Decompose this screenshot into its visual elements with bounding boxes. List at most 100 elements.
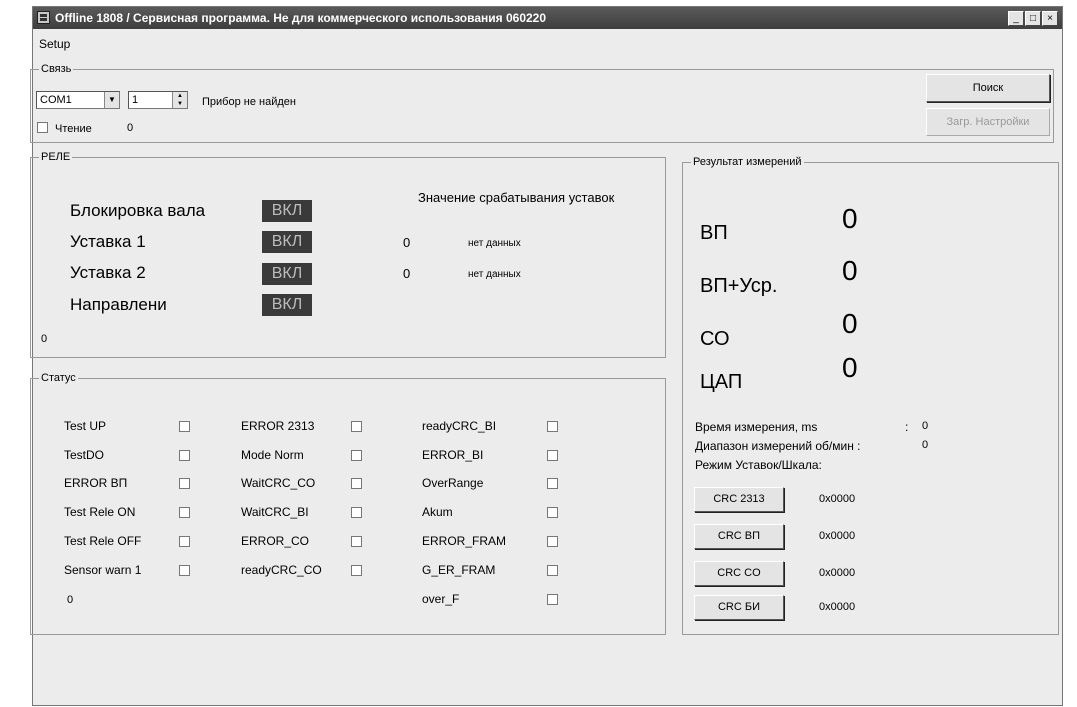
status-group: Статус: [30, 372, 666, 635]
crc-co-value: 0x0000: [819, 567, 856, 579]
measurement-label-dac: ЦАП: [700, 371, 743, 393]
connection-legend: Связь: [41, 63, 72, 75]
status-label: Mode Norm: [241, 448, 304, 462]
crc-co-button[interactable]: CRC CO: [694, 561, 784, 586]
address-value: 1: [132, 94, 139, 106]
read-checkbox[interactable]: [37, 122, 48, 133]
status-label: ERROR ВП: [64, 476, 128, 490]
status-footer-value: 0: [67, 594, 74, 606]
title-bar[interactable]: Offline 1808 / Сервисная программа. Не д…: [33, 7, 1062, 29]
time-label: Время измерения, ms: [695, 420, 818, 434]
relay-state-setpoint-1: ВКЛ: [262, 231, 312, 253]
status-checkbox: [547, 507, 558, 518]
crc-vp-button[interactable]: CRC ВП: [694, 524, 784, 549]
status-checkbox: [547, 594, 558, 605]
relay-state-shaft-lock: ВКЛ: [262, 200, 312, 222]
time-value: 0: [922, 420, 929, 432]
setpoint-1-value: 0: [403, 235, 411, 250]
relay-legend: РЕЛЕ: [41, 151, 71, 163]
relay-group: РЕЛЕ: [30, 151, 666, 358]
setpoint-header: Значение срабатывания уставок: [418, 190, 615, 205]
status-checkbox: [179, 507, 190, 518]
device-status: Прибор не найден: [202, 96, 296, 108]
relay-state-direction: ВКЛ: [262, 294, 312, 316]
measurement-value-vp: 0: [842, 203, 858, 234]
status-label: Test Rele ON: [64, 505, 136, 519]
crc-2313-value: 0x0000: [819, 493, 856, 505]
status-checkbox: [179, 450, 190, 461]
maximize-button[interactable]: □: [1025, 11, 1041, 26]
status-checkbox: [179, 536, 190, 547]
status-checkbox: [179, 478, 190, 489]
measurement-value-dac: 0: [842, 352, 858, 383]
status-checkbox: [351, 565, 362, 576]
main-window: Offline 1808 / Сервисная программа. Не д…: [30, 6, 1063, 706]
chevron-down-icon[interactable]: ▼: [104, 92, 119, 108]
relay-footer-value: 0: [41, 333, 48, 345]
range-label: Диапазон измерений об/мин :: [695, 439, 861, 453]
status-checkbox: [547, 450, 558, 461]
close-button[interactable]: ×: [1042, 11, 1058, 26]
relay-state-setpoint-2: ВКЛ: [262, 263, 312, 285]
relay-label-setpoint-2: Уставка 2: [70, 263, 146, 282]
menu-setup[interactable]: Setup: [39, 37, 70, 51]
relay-label-setpoint-1: Уставка 1: [70, 232, 146, 251]
app-icon: [37, 11, 50, 24]
status-checkbox: [351, 536, 362, 547]
setpoint-2-value: 0: [403, 266, 411, 281]
status-label: readyCRC_CO: [241, 563, 322, 577]
search-button[interactable]: Поиск: [926, 74, 1050, 102]
status-checkbox: [351, 478, 362, 489]
status-checkbox: [351, 507, 362, 518]
measurement-label-vp-avg: ВП+Уср.: [700, 275, 778, 297]
status-label: readyCRC_BI: [422, 419, 497, 433]
status-checkbox: [179, 565, 190, 576]
setpoint-1-note: нет данных: [468, 238, 521, 249]
setpoint-2-note: нет данных: [468, 269, 521, 280]
time-separator: :: [905, 420, 909, 434]
measurement-value-co: 0: [842, 308, 858, 339]
measurement-label-co: СО: [700, 328, 730, 350]
spin-up-icon[interactable]: ▲: [173, 92, 187, 100]
status-label: Sensor warn 1: [64, 563, 142, 577]
status-checkbox: [547, 536, 558, 547]
status-label: TestDO: [64, 448, 105, 462]
status-label: Test Rele OFF: [64, 534, 142, 548]
load-settings-button[interactable]: Загр. Настройки: [926, 108, 1050, 136]
status-checkbox: [547, 565, 558, 576]
com-port-value: COM1: [40, 94, 72, 106]
status-label: G_ER_FRAM: [422, 563, 496, 577]
spin-buttons[interactable]: ▲ ▼: [172, 92, 187, 108]
relay-label-direction: Направлени: [70, 295, 167, 314]
spin-down-icon[interactable]: ▼: [173, 100, 187, 108]
window-controls: _ □ ×: [1007, 10, 1058, 26]
status-checkbox: [351, 450, 362, 461]
range-value: 0: [922, 439, 929, 451]
measurement-label-vp: ВП: [700, 222, 728, 244]
com-port-select[interactable]: COM1 ▼: [36, 91, 120, 109]
crc-bi-value: 0x0000: [819, 601, 856, 613]
status-label: ERROR_CO: [241, 534, 310, 548]
status-label: ERROR 2313: [241, 419, 315, 433]
read-label: Чтение: [55, 123, 92, 135]
status-legend: Статус: [41, 372, 76, 384]
measurement-value-vp-avg: 0: [842, 255, 858, 286]
status-label: ERROR_FRAM: [422, 534, 507, 548]
crc-2313-button[interactable]: CRC 2313: [694, 487, 784, 512]
window-title: Offline 1808 / Сервисная программа. Не д…: [55, 11, 547, 25]
status-label: Test UP: [64, 419, 107, 433]
mode-label: Режим Уставок/Шкала:: [695, 458, 822, 472]
minimize-button[interactable]: _: [1008, 11, 1024, 26]
status-label: ERROR_BI: [422, 448, 484, 462]
crc-vp-value: 0x0000: [819, 530, 856, 542]
crc-bi-button[interactable]: CRC БИ: [694, 595, 784, 620]
status-checkbox: [351, 421, 362, 432]
status-checkbox: [179, 421, 190, 432]
status-checkbox: [547, 478, 558, 489]
address-stepper[interactable]: 1 ▲ ▼: [128, 91, 188, 109]
status-label: OverRange: [422, 476, 484, 490]
relay-label-shaft-lock: Блокировка вала: [70, 201, 206, 220]
status-label: over_F: [422, 592, 460, 606]
status-label: WaitCRC_CO: [241, 476, 316, 490]
status-checkbox: [547, 421, 558, 432]
